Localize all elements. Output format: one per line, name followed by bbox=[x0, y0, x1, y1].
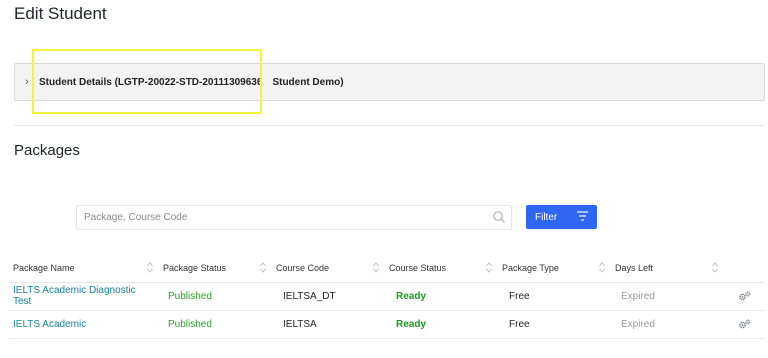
column-header-course-status[interactable]: Course Status bbox=[385, 255, 498, 283]
gears-icon[interactable] bbox=[738, 319, 751, 329]
course-status: Ready bbox=[385, 310, 498, 339]
package-search-input[interactable] bbox=[77, 206, 477, 229]
column-header-package-type[interactable]: Package Type bbox=[498, 255, 611, 283]
column-header-package-name[interactable]: Package Name bbox=[9, 255, 159, 283]
package-status: Published bbox=[159, 282, 272, 311]
package-type: Free bbox=[498, 282, 611, 311]
filter-button[interactable]: Filter bbox=[526, 205, 597, 229]
row-actions-cell bbox=[724, 310, 765, 339]
search-icon[interactable] bbox=[492, 210, 506, 224]
course-code: IELTSA bbox=[272, 310, 385, 339]
packages-table: Package Name Package Status Course Code … bbox=[9, 255, 765, 339]
package-status: Published bbox=[159, 310, 272, 339]
package-type: Free bbox=[498, 310, 611, 339]
course-code: IELTSA_DT bbox=[272, 282, 385, 311]
sort-icon[interactable] bbox=[260, 262, 266, 273]
packages-heading: Packages bbox=[14, 142, 80, 159]
sort-icon[interactable] bbox=[712, 262, 718, 273]
table-header-row: Package Name Package Status Course Code … bbox=[9, 255, 765, 283]
column-header-course-code[interactable]: Course Code bbox=[272, 255, 385, 283]
table-row: IELTS Academic Diagnostic Test Published… bbox=[9, 282, 765, 311]
days-left: Expired bbox=[611, 310, 724, 339]
package-name-link[interactable]: IELTS Academic Diagnostic Test bbox=[9, 282, 159, 311]
package-search-box bbox=[76, 205, 512, 230]
gears-icon[interactable] bbox=[738, 291, 751, 301]
filter-button-label: Filter bbox=[535, 211, 558, 223]
row-actions-cell bbox=[724, 282, 765, 311]
student-name: Student Demo) bbox=[272, 76, 344, 88]
table-row: IELTS Academic Published IELTSA Ready Fr… bbox=[9, 310, 765, 339]
sort-icon[interactable] bbox=[486, 262, 492, 273]
page-title: Edit Student bbox=[14, 4, 107, 23]
sort-icon[interactable] bbox=[147, 262, 153, 273]
sort-icon[interactable] bbox=[599, 262, 605, 273]
package-name-link[interactable]: IELTS Academic bbox=[9, 310, 159, 339]
column-header-days-left[interactable]: Days Left bbox=[611, 255, 724, 283]
filter-lines-icon bbox=[577, 211, 588, 221]
highlight-annotation-box bbox=[32, 49, 262, 114]
section-divider bbox=[14, 125, 765, 126]
days-left: Expired bbox=[611, 282, 724, 311]
column-header-package-status[interactable]: Package Status bbox=[159, 255, 272, 283]
course-status: Ready bbox=[385, 282, 498, 311]
column-header-actions bbox=[724, 255, 765, 283]
sort-icon[interactable] bbox=[373, 262, 379, 273]
